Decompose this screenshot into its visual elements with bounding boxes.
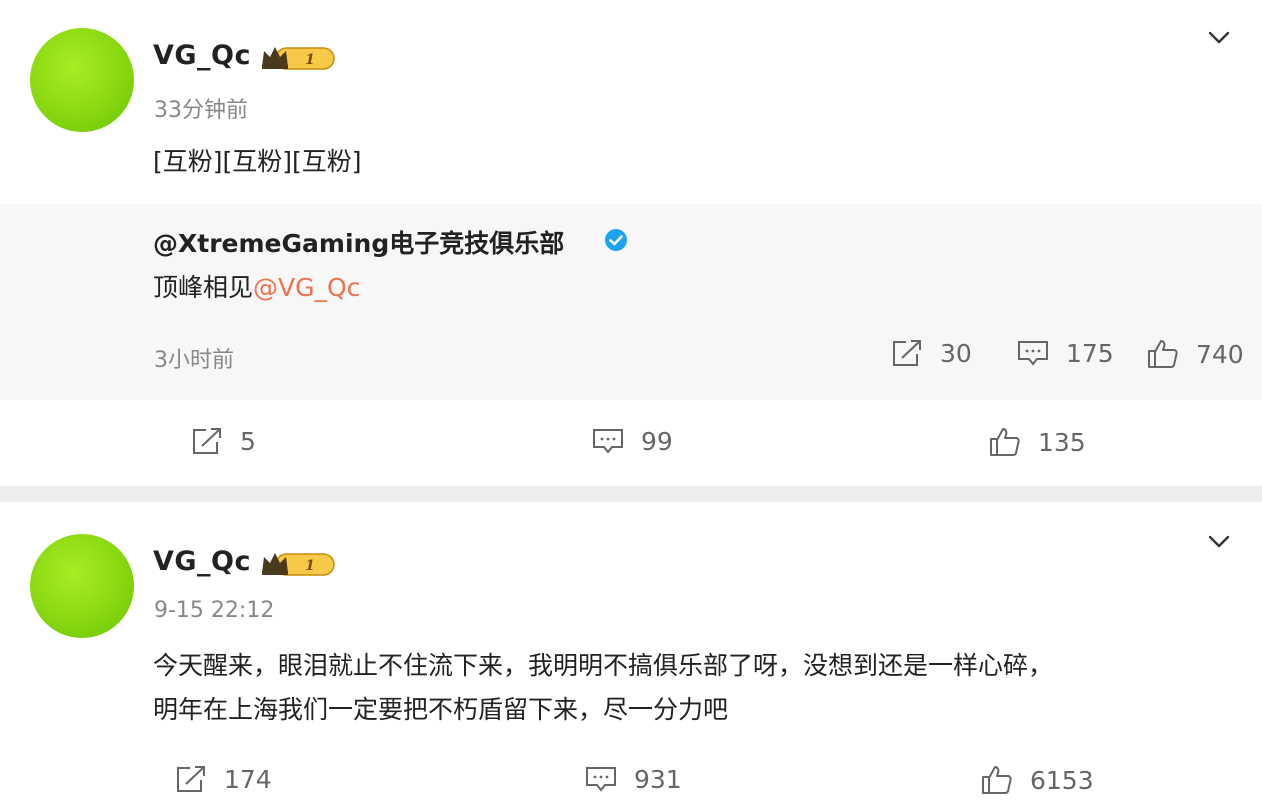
comment-count: 99: [641, 426, 673, 456]
like-count: 6153: [1030, 765, 1094, 795]
username[interactable]: VG_Qc: [153, 40, 251, 71]
share-icon: [193, 428, 221, 454]
share-button[interactable]: 174: [174, 764, 272, 794]
share-icon: [177, 766, 205, 792]
comment-icon: [593, 429, 623, 454]
like-button[interactable]: 6153: [980, 764, 1094, 796]
vip-badge-icon[interactable]: 1: [260, 43, 336, 73]
svg-text:1: 1: [305, 52, 315, 68]
like-button[interactable]: 135: [988, 426, 1086, 458]
vip-badge-icon[interactable]: 1: [260, 549, 336, 579]
comment-count: 175: [1066, 338, 1114, 368]
repost-like-button[interactable]: 740: [1146, 338, 1244, 370]
svg-text:1: 1: [305, 558, 315, 574]
mention-link[interactable]: @VG_Qc: [253, 273, 360, 302]
post-text-line: 今天醒来，眼泪就止不住流下来，我明明不搞俱乐部了呀，没想到还是一样心碎，: [153, 651, 1054, 680]
like-count: 135: [1038, 427, 1086, 457]
username[interactable]: VG_Qc: [153, 546, 251, 577]
feed-post: VG_Qc 1 9-15 22:12 今天醒来，眼泪就止不住流下来，我明明不搞俱…: [0, 502, 1262, 812]
chevron-down-icon[interactable]: [1204, 526, 1234, 556]
repost-timestamp[interactable]: 3小时前: [154, 342, 234, 374]
repost-comment-button[interactable]: 175: [1016, 338, 1114, 368]
comment-button[interactable]: 99: [591, 426, 673, 456]
like-count: 740: [1196, 339, 1244, 369]
repost-text-body: 顶峰相见: [153, 273, 254, 302]
avatar[interactable]: [30, 28, 134, 132]
like-icon: [982, 766, 1012, 794]
post-timestamp[interactable]: 33分钟前: [154, 92, 248, 124]
feed-post: VG_Qc 1 33分钟前 [互粉][互粉][互粉] @XtremeGaming…: [0, 0, 1262, 486]
like-icon: [990, 428, 1020, 456]
post-text: [互粉][互粉][互粉]: [153, 147, 362, 176]
chevron-down-icon[interactable]: [1204, 22, 1234, 52]
like-icon: [1148, 340, 1178, 368]
comment-count: 931: [634, 764, 682, 794]
share-count: 30: [940, 338, 972, 368]
share-icon: [893, 340, 921, 366]
share-count: 5: [240, 426, 256, 456]
comment-icon: [586, 767, 616, 792]
repost-card[interactable]: @XtremeGaming电子竞技俱乐部 顶峰相见@VG_Qc 3小时前 30 …: [0, 204, 1262, 400]
share-count: 174: [224, 764, 272, 794]
comment-button[interactable]: 931: [584, 764, 682, 794]
comment-icon: [1018, 341, 1048, 366]
repost-text: 顶峰相见@VG_Qc: [153, 268, 360, 304]
post-text: 今天醒来，眼泪就止不住流下来，我明明不搞俱乐部了呀，没想到还是一样心碎， 明年在…: [153, 644, 1053, 732]
post-separator: [0, 486, 1262, 502]
repost-share-button[interactable]: 30: [890, 338, 972, 368]
repost-author[interactable]: @XtremeGaming电子竞技俱乐部: [153, 224, 564, 260]
post-text-line: 明年在上海我们一定要把不朽盾留下来，尽一分力吧: [153, 695, 729, 724]
share-button[interactable]: 5: [190, 426, 256, 456]
verified-icon: [605, 229, 627, 251]
post-timestamp[interactable]: 9-15 22:12: [154, 598, 274, 623]
avatar[interactable]: [30, 534, 134, 638]
